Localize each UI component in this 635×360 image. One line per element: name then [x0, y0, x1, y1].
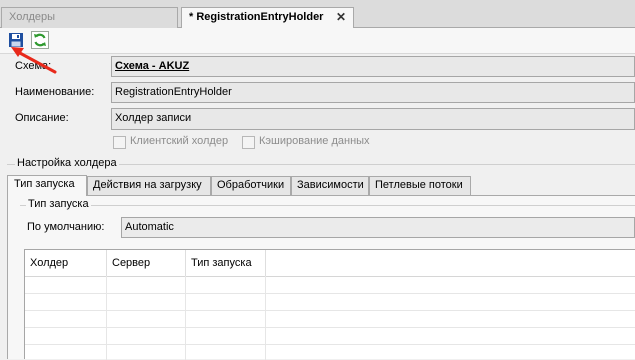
name-label: Наименование:	[15, 86, 95, 98]
scheme-field[interactable]: Схема - AKUZ	[111, 56, 635, 77]
client-holder-checkbox-label: Клиентский холдер	[130, 135, 229, 147]
column-header-holder[interactable]: Холдер	[25, 250, 107, 276]
refresh-button[interactable]	[31, 31, 49, 49]
tab-holders-label: Холдеры	[9, 11, 56, 23]
table-column-divider	[265, 276, 266, 360]
caching-checkbox-box[interactable]	[242, 136, 255, 149]
settings-tabs: Тип запуска Действия на загрузку Обработ…	[7, 175, 635, 196]
scheme-label: Схема:	[15, 60, 52, 72]
refresh-icon	[34, 33, 46, 47]
close-icon[interactable]: ✕	[336, 10, 346, 24]
tab-load-actions[interactable]: Действия на загрузку	[87, 176, 211, 195]
table-header-divider	[25, 276, 635, 277]
description-field[interactable]: Холдер записи	[111, 108, 635, 130]
default-label: По умолчанию:	[27, 221, 105, 233]
description-label: Описание:	[15, 112, 69, 124]
tab-registration-entry-holder[interactable]: * RegistrationEntryHolder ✕	[181, 7, 354, 29]
caching-checkbox-label: Кэширование данных	[259, 135, 370, 147]
client-holder-checkbox-box[interactable]	[113, 136, 126, 149]
tab-registration-entry-holder-label: * RegistrationEntryHolder	[189, 11, 324, 23]
table-row-divider	[25, 293, 635, 294]
toolbar	[0, 28, 635, 54]
table-row-divider	[25, 310, 635, 311]
launch-section-title: Тип запуска	[26, 198, 91, 210]
save-icon	[9, 33, 23, 47]
save-button[interactable]	[7, 31, 25, 49]
launch-section-divider	[20, 205, 635, 206]
tab-dependencies[interactable]: Зависимости	[291, 176, 369, 195]
table-row-divider	[25, 327, 635, 328]
launch-table[interactable]: Холдер Сервер Тип запуска	[24, 249, 635, 360]
column-header-server[interactable]: Сервер	[107, 250, 186, 276]
table-row-divider	[25, 344, 635, 345]
tab-holders[interactable]: Холдеры	[1, 7, 178, 28]
tab-launch-type[interactable]: Тип запуска	[7, 175, 87, 196]
table-column-divider	[106, 276, 107, 360]
name-field[interactable]: RegistrationEntryHolder	[111, 82, 635, 103]
column-header-launch-type[interactable]: Тип запуска	[186, 250, 266, 276]
tab-loop-threads[interactable]: Петлевые потоки	[369, 176, 471, 195]
scheme-link[interactable]: Схема - AKUZ	[115, 60, 189, 72]
default-launch-type-field[interactable]: Automatic	[121, 217, 635, 238]
group-title: Настройка холдера	[15, 157, 119, 169]
table-column-divider	[185, 276, 186, 360]
tab-handlers[interactable]: Обработчики	[211, 176, 291, 195]
document-tab-strip: Холдеры * RegistrationEntryHolder ✕	[0, 0, 635, 29]
